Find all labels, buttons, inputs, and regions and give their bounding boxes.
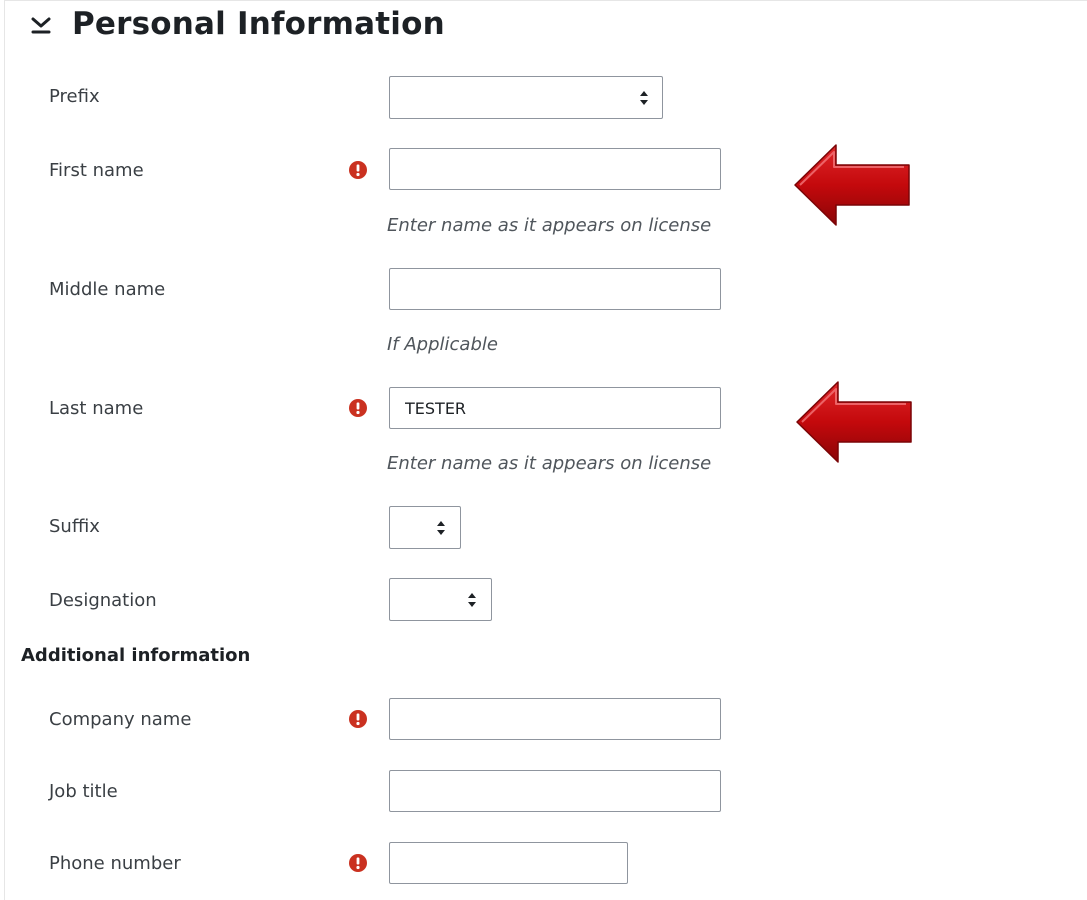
last-name-label: Last name	[49, 398, 144, 419]
middle-name-label: Middle name	[49, 279, 166, 300]
designation-label: Designation	[49, 590, 157, 611]
middle-name-help: If Applicable	[387, 334, 498, 355]
phone-number-input[interactable]	[389, 842, 628, 884]
left-arrow-icon	[796, 381, 912, 463]
chevron-down-icon	[31, 17, 51, 34]
section-title: Personal Information	[72, 6, 445, 42]
company-name-label: Company name	[49, 709, 192, 730]
left-arrow-icon	[794, 144, 910, 226]
middle-name-input[interactable]	[389, 268, 721, 310]
suffix-label: Suffix	[49, 516, 100, 537]
section-toggle[interactable]: Personal Information	[30, 4, 445, 44]
additional-information-heading: Additional information	[21, 645, 251, 666]
prefix-select[interactable]	[389, 76, 663, 119]
job-title-input[interactable]	[389, 770, 721, 812]
prefix-label: Prefix	[49, 86, 100, 107]
last-name-help: Enter name as it appears on license	[387, 453, 712, 474]
exclamation-circle-icon	[349, 854, 367, 872]
exclamation-circle-icon	[349, 161, 367, 179]
sort-arrows-icon	[640, 90, 648, 105]
company-name-input[interactable]	[389, 698, 721, 740]
job-title-label: Job title	[49, 781, 118, 802]
exclamation-circle-icon	[349, 399, 367, 417]
suffix-select[interactable]	[389, 506, 461, 549]
sort-arrows-icon	[468, 592, 476, 607]
designation-select[interactable]	[389, 578, 492, 621]
sort-arrows-icon	[437, 520, 445, 535]
first-name-help: Enter name as it appears on license	[387, 215, 712, 236]
exclamation-circle-icon	[349, 710, 367, 728]
first-name-label: First name	[49, 160, 144, 181]
form-container	[4, 0, 1087, 900]
last-name-input[interactable]	[389, 387, 721, 429]
first-name-input[interactable]	[389, 148, 721, 190]
phone-number-label: Phone number	[49, 853, 181, 874]
